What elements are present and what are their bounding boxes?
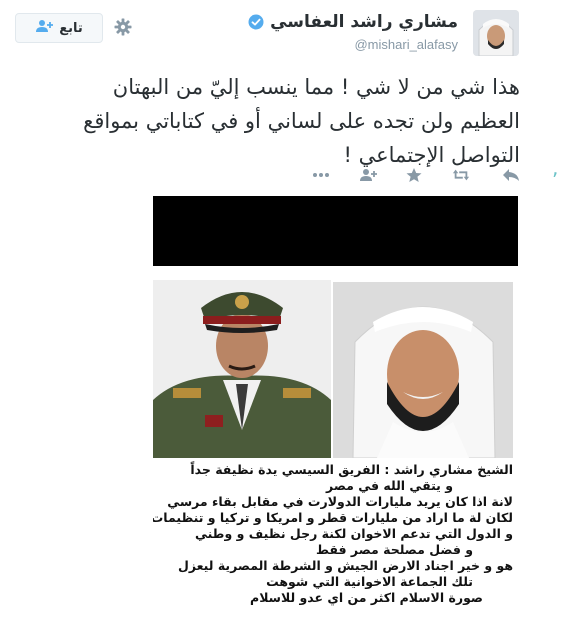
display-name-row[interactable]: مشاري راشد العفاسي bbox=[248, 12, 458, 32]
avatar[interactable] bbox=[473, 10, 519, 56]
caption-line: هو و خير اجناد الارض الجيش و الشرطة المص… bbox=[178, 558, 513, 573]
follow-button[interactable]: تابع bbox=[15, 13, 103, 43]
image-caption: الشيخ مشاري راشد : الفريق السيسي يدة نظي… bbox=[153, 462, 513, 606]
officer-photo bbox=[153, 280, 331, 458]
image-black-band bbox=[153, 196, 518, 266]
reply-icon[interactable] bbox=[500, 164, 522, 186]
caption-line: الشيخ مشاري راشد : الفريق السيسي يدة نظي… bbox=[190, 462, 513, 477]
caption-line: و الدول التي تدعم الاخوان لكنة رجل نظيف … bbox=[194, 526, 513, 541]
tweet-media-image[interactable]: الشيخ مشاري راشد : الفريق السيسي يدة نظي… bbox=[153, 196, 518, 635]
verified-badge-icon bbox=[248, 14, 264, 30]
retweet-icon[interactable] bbox=[450, 164, 472, 186]
more-dots-icon[interactable] bbox=[310, 164, 332, 186]
add-user-icon bbox=[35, 19, 54, 37]
star-icon[interactable] bbox=[403, 164, 425, 186]
tweet-card: مشاري راشد العفاسي @mishari_alafasy تابع… bbox=[0, 0, 548, 635]
caption-line: و فضل مصلحة مصر فقط bbox=[316, 542, 473, 557]
sheikh-photo bbox=[333, 282, 513, 459]
caption-line: تلك الجماعة الاخوانية التي شوهت bbox=[266, 574, 473, 589]
caption-line: و يتقي الله في مصر bbox=[326, 478, 453, 493]
add-user-icon[interactable] bbox=[357, 164, 379, 186]
tweet-text: هذا شي من لا شي ! مما ينسب إليّ من البهت… bbox=[83, 75, 520, 167]
follow-label: تابع bbox=[59, 20, 83, 36]
caption-line: صورة الاسلام اكثر من اي عدو للاسلام bbox=[250, 590, 483, 605]
gear-icon[interactable] bbox=[113, 17, 133, 37]
caption-line: لانة اذا كان يريد مليارات الدولارت في مق… bbox=[167, 494, 513, 509]
display-name[interactable]: مشاري راشد العفاسي bbox=[270, 12, 458, 32]
caption-line: لكان لة ما اراد من مليارات قطر و امريكا … bbox=[153, 510, 513, 525]
tweet-actions bbox=[300, 164, 525, 186]
user-handle[interactable]: @mishari_alafasy bbox=[354, 37, 458, 52]
edge-decoration-icon: ʼ bbox=[551, 168, 559, 192]
